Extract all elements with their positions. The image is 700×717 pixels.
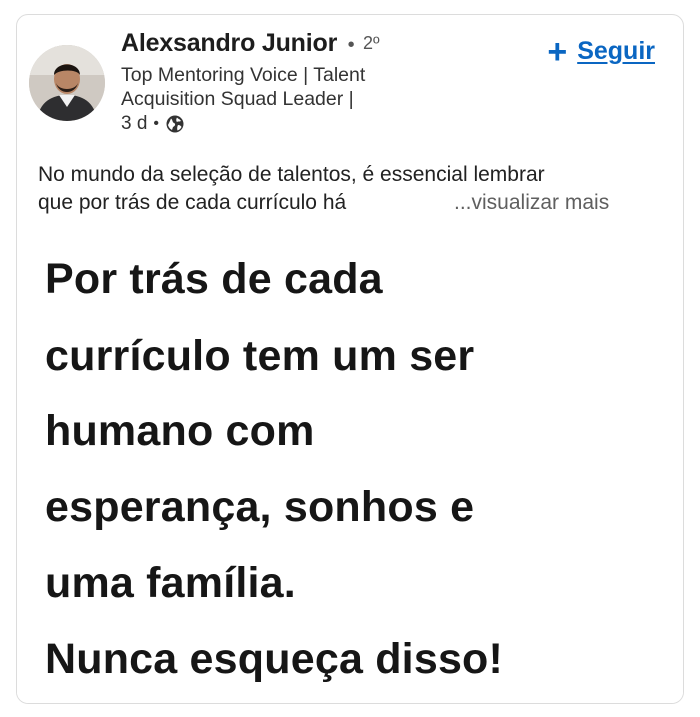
profile-photo	[29, 45, 105, 121]
follow-button[interactable]: + Seguir	[547, 32, 655, 71]
connection-degree: 2º	[363, 33, 380, 53]
globe-icon	[166, 115, 184, 133]
post-meta: 3 d •	[121, 113, 185, 135]
see-more-link[interactable]: ...visualizar mais	[454, 189, 609, 217]
author-avatar[interactable]	[29, 45, 105, 121]
image-text-line: currículo tem um ser	[45, 332, 475, 380]
author-name-row: Alexsandro Junior • 2º	[121, 29, 380, 58]
plus-icon: +	[547, 32, 568, 71]
image-text-line: humano com	[45, 407, 315, 455]
separator-dot: •	[347, 34, 355, 56]
post-text-line: No mundo da seleção de talentos, é essen…	[38, 163, 545, 186]
image-text-line: Por trás de cada	[45, 255, 383, 303]
image-text-line: esperança, sonhos e	[45, 483, 475, 531]
image-text-line: uma família.	[45, 559, 296, 607]
follow-label: Seguir	[577, 37, 655, 65]
post-image[interactable]: Por trás de cada currículo tem um ser hu…	[17, 229, 683, 703]
post-card: Alexsandro Junior • 2º Top Mentoring Voi…	[16, 14, 684, 704]
separator-dot: •	[153, 115, 160, 132]
author-headline: Top Mentoring Voice | Talent Acquisition…	[121, 64, 366, 110]
image-text-line: Nunca esqueça disso!	[45, 635, 504, 683]
post-time: 3 d	[121, 113, 148, 134]
author-name[interactable]: Alexsandro Junior	[121, 29, 337, 57]
